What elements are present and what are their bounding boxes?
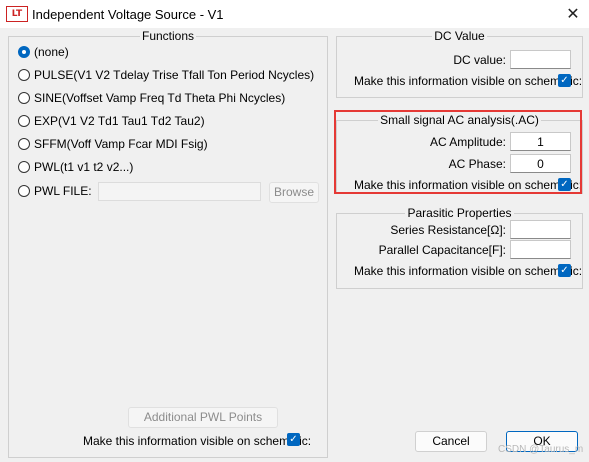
radio-label: PWL(t1 v1 t2 v2...) bbox=[34, 160, 134, 174]
radio-label: PWL FILE: bbox=[34, 184, 92, 198]
parasitic-title: Parasitic Properties bbox=[405, 206, 514, 220]
dc-value-title: DC Value bbox=[432, 29, 487, 43]
dc-visible-checkbox[interactable]: ✓ bbox=[558, 74, 571, 87]
ltspice-app-icon: LT bbox=[6, 6, 28, 22]
ac-amplitude-label: AC Amplitude: bbox=[429, 135, 506, 149]
close-icon[interactable]: ✕ bbox=[560, 3, 586, 25]
functions-visible-checkbox[interactable]: ✓ bbox=[287, 433, 300, 446]
radio-button[interactable] bbox=[18, 69, 30, 81]
parallel-capacitance-label: Parallel Capacitance[F]: bbox=[378, 243, 506, 257]
browse-button[interactable]: Browse bbox=[269, 182, 319, 203]
dc-value-label: DC value: bbox=[453, 53, 506, 67]
series-resistance-label: Series Resistance[Ω]: bbox=[390, 223, 506, 237]
window-title: Independent Voltage Source - V1 bbox=[32, 7, 224, 22]
radio-button[interactable] bbox=[18, 115, 30, 127]
radio-button[interactable] bbox=[18, 92, 30, 104]
title-bar[interactable]: LT Independent Voltage Source - V1 ✕ bbox=[0, 0, 589, 28]
parasitic-visible-checkbox[interactable]: ✓ bbox=[558, 264, 571, 277]
series-resistance-input[interactable] bbox=[510, 220, 571, 239]
cancel-button[interactable]: Cancel bbox=[415, 431, 487, 452]
radio-label: SFFM(Voff Vamp Fcar MDI Fsig) bbox=[34, 137, 208, 151]
ac-analysis-title: Small signal AC analysis(.AC) bbox=[378, 113, 541, 127]
radio-button[interactable] bbox=[18, 161, 30, 173]
parallel-capacitance-input[interactable] bbox=[510, 240, 571, 259]
radio-button[interactable] bbox=[18, 185, 30, 197]
watermark: CSDN @Taurus_m bbox=[498, 444, 584, 455]
radio-label: PULSE(V1 V2 Tdelay Trise Tfall Ton Perio… bbox=[34, 68, 315, 82]
pwl-file-input[interactable] bbox=[98, 182, 261, 201]
radio-button[interactable] bbox=[18, 138, 30, 150]
ac-phase-input[interactable] bbox=[510, 154, 571, 173]
radio-button[interactable] bbox=[18, 46, 30, 58]
radio-label: SINE(Voffset Vamp Freq Td Theta Phi Ncyc… bbox=[34, 91, 286, 105]
functions-title: Functions bbox=[139, 29, 197, 43]
ac-amplitude-input[interactable] bbox=[510, 132, 571, 151]
additional-pwl-points-button[interactable]: Additional PWL Points bbox=[128, 407, 278, 428]
dc-value-input[interactable] bbox=[510, 50, 571, 69]
ac-visible-checkbox[interactable]: ✓ bbox=[558, 178, 571, 191]
radio-label: EXP(V1 V2 Td1 Tau1 Td2 Tau2) bbox=[34, 114, 205, 128]
functions-visible-label: Make this information visible on schemat… bbox=[83, 434, 312, 448]
radio-label: (none) bbox=[34, 45, 69, 59]
dc-visible-label: Make this information visible on schemat… bbox=[354, 74, 583, 88]
ac-visible-label: Make this information visible on schemat… bbox=[354, 178, 583, 192]
ac-phase-label: AC Phase: bbox=[448, 157, 506, 171]
parasitic-visible-label: Make this information visible on schemat… bbox=[354, 264, 583, 278]
